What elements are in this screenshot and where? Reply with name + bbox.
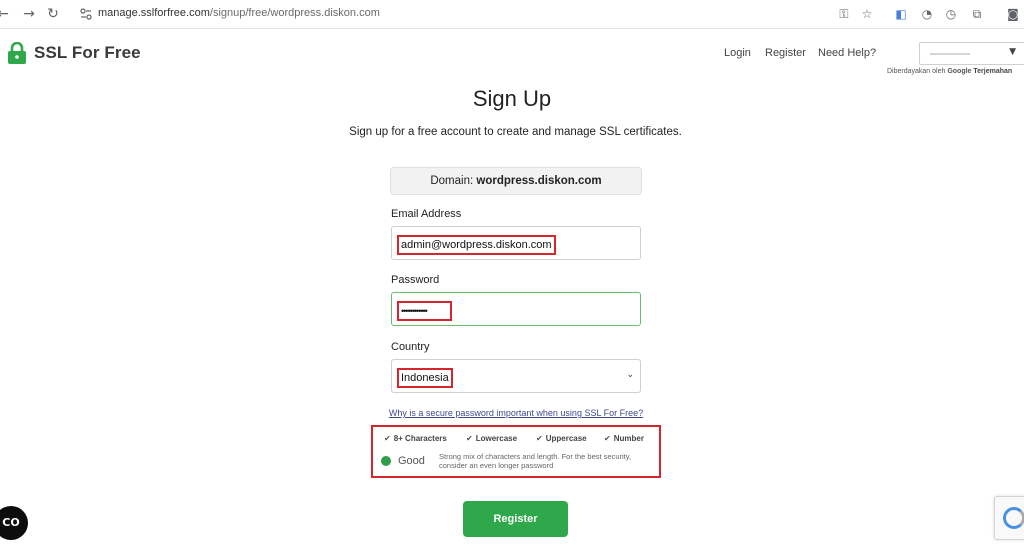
url-path: /signup/free/wordpress.diskon.com [209,7,380,19]
country-value: Indonesia [397,368,453,388]
chat-floating-button[interactable]: CO [0,506,28,540]
email-field[interactable]: admin@wordpress.diskon.com [391,226,641,260]
requirement-lowercase: ✔ Lowercase [466,434,517,443]
password-importance-link[interactable]: Why is a secure password important when … [0,408,1024,418]
glasses-extension-icon[interactable]: ◔ [919,6,935,22]
nav-help-link[interactable]: Need Help? [818,47,876,59]
strength-description: Strong mix of characters and length. For… [439,452,632,470]
requirement-length: ✔ 8+ Characters [384,434,447,443]
browser-toolbar: ← → ↻ manage.sslforfree.com/signup/free/… [0,0,1024,29]
strength-label: Good [398,455,425,467]
register-button[interactable]: Register [463,501,568,537]
site-info-icon[interactable] [80,8,92,20]
profile-icon[interactable]: ◙ [1005,6,1021,22]
password-field[interactable]: •••••••••••• [391,292,641,326]
language-select[interactable]: ▼ [919,42,1024,65]
email-value: admin@wordpress.diskon.com [397,235,556,255]
domain-label: Domain: [430,175,474,187]
check-icon: ✔ [384,434,391,443]
powered-by-text: Diberdayakan oleh [887,68,946,75]
chevron-down-icon: ⌄ [626,370,634,380]
password-key-icon[interactable]: ⚿ [836,6,852,22]
url-host: manage.sslforfree.com [98,7,210,19]
site-logo[interactable]: SSL For Free [7,42,141,64]
domain-value: wordpress.diskon.com [476,175,602,187]
requirement-label: 8+ Characters [393,434,447,443]
requirement-label: Lowercase [475,434,518,443]
requirement-label: Number [613,434,644,443]
chevron-down-icon: ▼ [1009,47,1016,57]
recaptcha-badge[interactable] [994,496,1024,540]
extensions-puzzle-icon[interactable]: ⧉ [969,6,985,22]
google-logo-text: Google [947,68,972,75]
email-label: Email Address [391,208,462,220]
reload-icon[interactable]: ↻ [44,5,62,23]
check-icon: ✔ [536,434,543,443]
timer-extension-icon[interactable]: ◷ [943,6,959,22]
lock-icon [8,42,26,64]
google-translate-attribution: Diberdayakan oleh Google Terjemahan [887,68,1012,75]
requirement-uppercase: ✔ Uppercase [536,434,587,443]
requirement-label: Uppercase [545,434,587,443]
translate-extension-icon[interactable]: ◧ [893,6,909,22]
page-subtitle: Sign up for a free account to create and… [349,126,682,138]
nav-login-link[interactable]: Login [724,47,751,59]
logo-text: SSL For Free [34,43,141,62]
bookmark-star-icon[interactable]: ☆ [859,6,875,22]
recaptcha-icon [1003,507,1024,529]
password-label: Password [391,274,440,286]
translate-link[interactable]: Terjemahan [973,68,1012,75]
nav-register-link[interactable]: Register [765,47,806,59]
forward-icon[interactable]: → [20,5,38,23]
country-label: Country [391,341,430,353]
strength-indicator-dot [381,456,391,466]
requirement-number: ✔ Number [604,434,644,443]
language-select-value [930,53,970,55]
check-icon: ✔ [604,434,611,443]
back-icon[interactable]: ← [0,5,12,23]
country-select[interactable]: Indonesia ⌄ [391,359,641,393]
domain-display: Domain: wordpress.diskon.com [390,167,642,195]
check-icon: ✔ [466,434,473,443]
page-title: Sign Up [472,86,552,111]
address-bar[interactable]: manage.sslforfree.com/signup/free/wordpr… [98,7,380,19]
password-value: •••••••••••• [397,301,452,321]
password-strength-panel: ✔ 8+ Characters ✔ Lowercase ✔ Uppercase ✔ Nu… [371,425,661,478]
